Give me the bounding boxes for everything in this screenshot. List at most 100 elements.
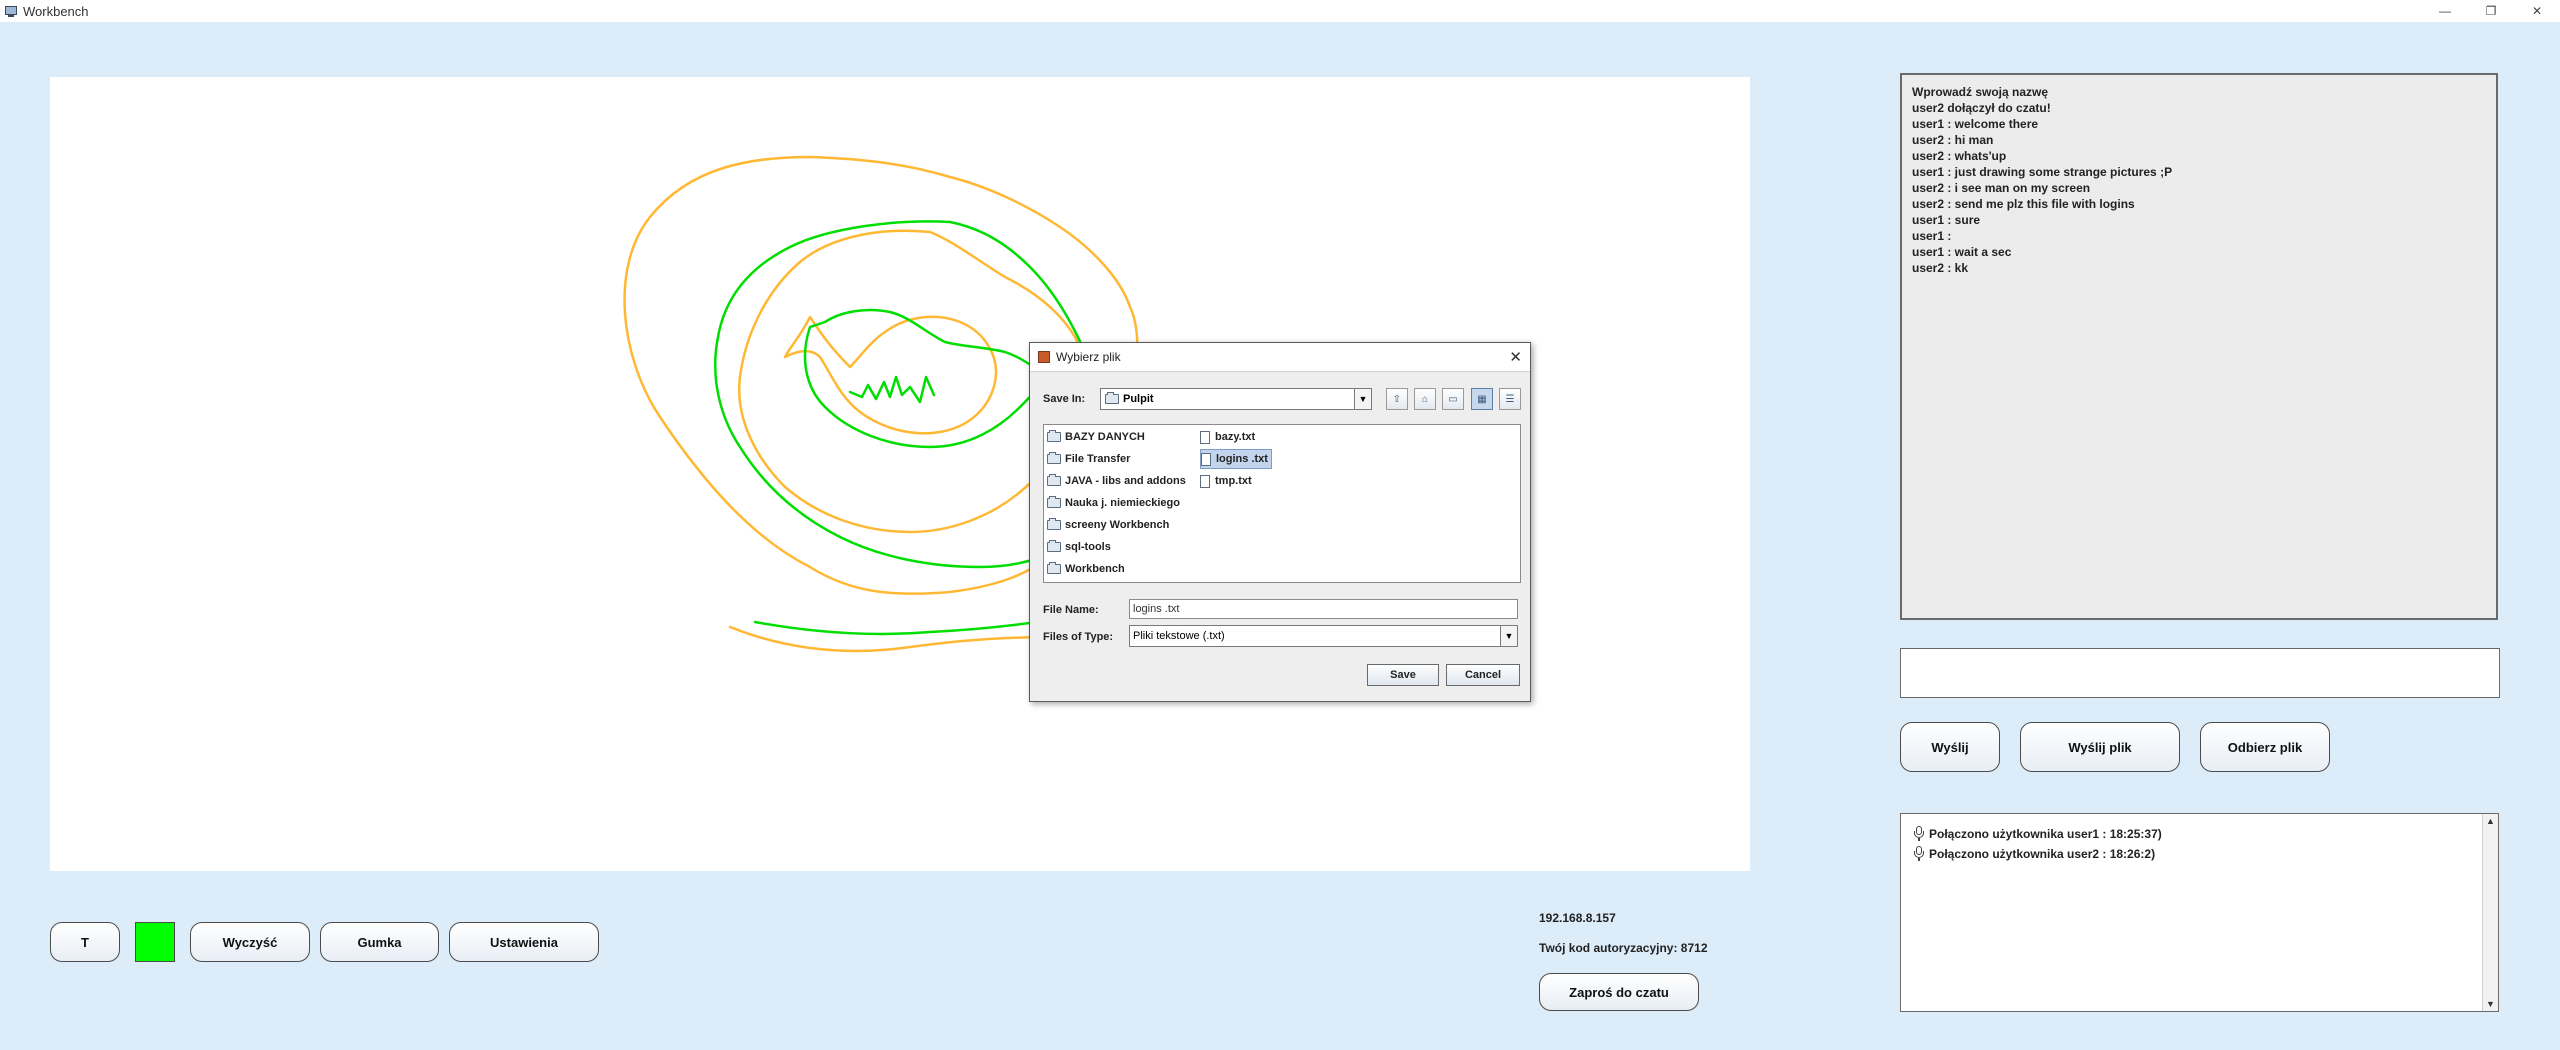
file-name-field[interactable]: logins .txt [1129, 599, 1518, 619]
folder-item[interactable]: sql-tools [1047, 538, 1111, 556]
log-entry: Połączono użytkownika user2 : 18:26:2) [1913, 846, 2155, 862]
invite-to-chat-button[interactable]: Zaproś do czatu [1539, 973, 1699, 1011]
text-tool-button[interactable]: T [50, 922, 120, 962]
file-icon [1201, 452, 1211, 466]
save-in-combo[interactable]: Pulpit ▼ [1100, 388, 1372, 410]
log-entry: Połączono użytkownika user1 : 18:25:37) [1913, 826, 2162, 842]
up-folder-icon[interactable]: ⇧ [1386, 388, 1408, 410]
chat-line: user1 : welcome there [1912, 117, 2039, 131]
chevron-down-icon: ▼ [1500, 626, 1517, 646]
folder-name: BAZY DANYCH [1065, 431, 1145, 443]
chat-line: user1 : wait a sec [1912, 245, 2012, 259]
home-icon[interactable]: ⌂ [1414, 388, 1436, 410]
chat-line: user1 : sure [1912, 213, 1981, 227]
ip-address: 192.168.8.157 [1539, 911, 1616, 925]
close-window-icon[interactable]: ✕ [2514, 0, 2560, 22]
folder-name: JAVA - libs and addons [1065, 475, 1186, 487]
folder-item[interactable]: BAZY DANYCH [1047, 428, 1145, 446]
send-file-button[interactable]: Wyślij plik [2020, 722, 2180, 772]
folder-item[interactable]: screeny Workbench [1047, 516, 1169, 534]
file-list[interactable]: BAZY DANYCH File Transfer JAVA - libs an… [1043, 424, 1521, 583]
log-entry-text: Połączono użytkownika user1 : 18:25:37) [1929, 827, 2162, 841]
files-of-type-combo[interactable]: Pliki tekstowe (.txt) ▼ [1129, 625, 1518, 647]
file-icon [1200, 474, 1210, 488]
app-icon [5, 5, 17, 17]
file-item[interactable]: bazy.txt [1200, 428, 1255, 446]
chevron-down-icon: ▼ [1354, 389, 1371, 409]
microphone-icon [1913, 826, 1925, 842]
clear-button[interactable]: Wyczyść [190, 922, 310, 962]
chat-line: user1 : [1912, 229, 1955, 243]
folder-name: sql-tools [1065, 541, 1111, 553]
file-chooser-dialog: Wybierz plik ✕ Save In: Pulpit ▼ ⇧ ⌂ ▭ ▦… [1029, 342, 1531, 702]
folder-icon [1047, 540, 1061, 552]
color-picker-swatch[interactable] [135, 922, 175, 962]
green-stroke-tail [753, 615, 1072, 636]
orange-stroke-tail [728, 625, 1062, 653]
window-title: Workbench [23, 3, 89, 19]
folder-item[interactable]: Workbench [1047, 560, 1125, 578]
files-of-type-value: Pliki tekstowe (.txt) [1133, 630, 1225, 642]
eraser-button[interactable]: Gumka [320, 922, 439, 962]
file-name: tmp.txt [1215, 475, 1252, 487]
folder-icon [1047, 452, 1061, 464]
send-button[interactable]: Wyślij [1900, 722, 2000, 772]
cancel-button[interactable]: Cancel [1446, 664, 1520, 686]
dialog-title: Wybierz plik [1056, 350, 1121, 364]
folder-icon [1047, 562, 1061, 574]
settings-button[interactable]: Ustawienia [449, 922, 599, 962]
chat-line: user1 : just drawing some strange pictur… [1912, 165, 2173, 179]
details-view-icon[interactable]: ☰ [1499, 388, 1521, 410]
folder-name: screeny Workbench [1065, 519, 1170, 531]
folder-icon [1047, 430, 1061, 442]
files-of-type-label: Files of Type: [1043, 631, 1114, 643]
folder-name: Nauka j. niemieckiego [1065, 497, 1180, 509]
chat-line: user2 : hi man [1912, 133, 1994, 147]
green-squiggle [848, 375, 936, 404]
folder-name: File Transfer [1065, 453, 1131, 465]
chat-line: Wprowadź swoją nazwę [1912, 85, 2049, 99]
window-titlebar: Workbench — ❐ ✕ [0, 0, 2560, 22]
new-folder-icon[interactable]: ▭ [1442, 388, 1464, 410]
log-entry-text: Połączono użytkownika user2 : 18:26:2) [1929, 847, 2156, 861]
chat-line: user2 : send me plz this file with login… [1912, 197, 2135, 211]
auth-code: Twój kod autoryzacyjny: 8712 [1539, 941, 1708, 955]
chat-line: user2 : i see man on my screen [1912, 181, 2091, 195]
save-in-value: Pulpit [1123, 393, 1154, 405]
scroll-up-icon[interactable]: ▲ [2483, 814, 2498, 828]
save-button[interactable]: Save [1367, 664, 1439, 686]
file-name-label: File Name: [1043, 604, 1099, 616]
java-icon [1038, 351, 1050, 363]
folder-item[interactable]: JAVA - libs and addons [1047, 472, 1186, 490]
dialog-close-icon[interactable]: ✕ [1509, 348, 1522, 366]
save-in-label: Save In: [1043, 393, 1086, 405]
folder-item[interactable]: File Transfer [1047, 450, 1130, 468]
chat-line: user2 : whats'up [1912, 149, 2007, 163]
chat-message-input[interactable] [1900, 648, 2500, 698]
folder-item[interactable]: Nauka j. niemieckiego [1047, 494, 1180, 512]
chat-log: Wprowadź swoją nazwę user2 dołączył do c… [1900, 73, 2498, 620]
window-controls: — ❐ ✕ [2422, 0, 2560, 22]
connection-log: Połączono użytkownika user1 : 18:25:37) … [1900, 813, 2499, 1012]
folder-icon [1047, 518, 1061, 530]
file-item-selected[interactable]: logins .txt [1200, 449, 1272, 469]
drive-icon [1105, 392, 1119, 404]
minimize-icon[interactable]: — [2422, 0, 2468, 22]
file-name: logins .txt [1216, 453, 1268, 465]
list-view-icon[interactable]: ▦ [1471, 388, 1493, 410]
microphone-icon [1913, 846, 1925, 862]
file-item[interactable]: tmp.txt [1200, 472, 1252, 490]
file-name: bazy.txt [1215, 431, 1256, 443]
file-icon [1200, 430, 1210, 444]
receive-file-button[interactable]: Odbierz plik [2200, 722, 2330, 772]
orange-stroke-inner [783, 315, 998, 435]
scroll-down-icon[interactable]: ▼ [2483, 997, 2498, 1011]
chat-line: user2 : kk [1912, 261, 1969, 275]
folder-icon [1047, 474, 1061, 486]
chat-line: user2 dołączył do czatu! [1912, 101, 2051, 115]
dialog-titlebar: Wybierz plik ✕ [1030, 343, 1530, 372]
folder-icon [1047, 496, 1061, 508]
folder-name: Workbench [1065, 563, 1125, 575]
log-scrollbar[interactable]: ▲ ▼ [2482, 814, 2498, 1011]
restore-icon[interactable]: ❐ [2468, 0, 2514, 22]
